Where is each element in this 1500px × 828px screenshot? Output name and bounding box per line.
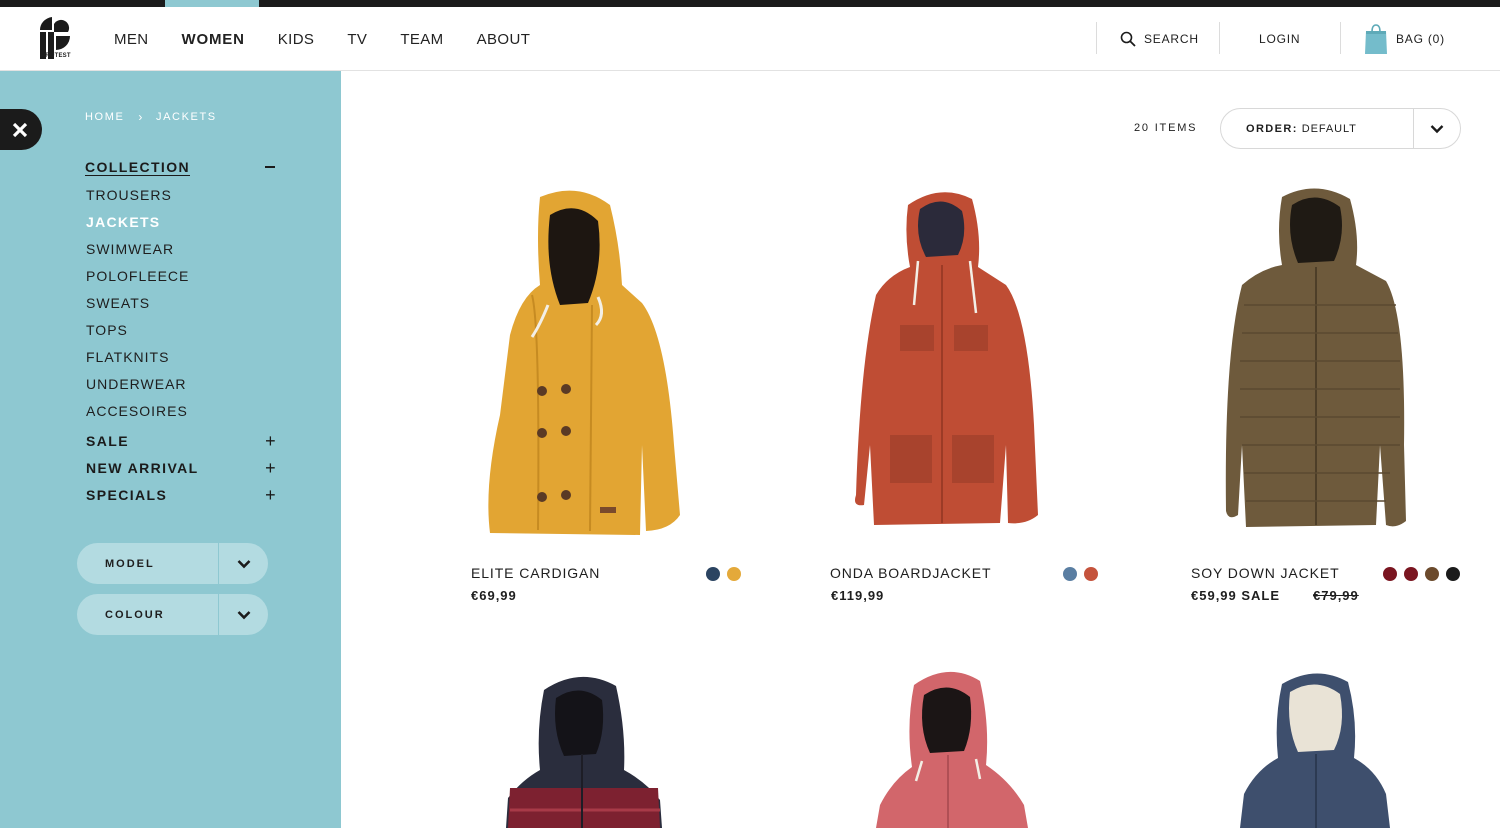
nav-kids[interactable]: KIDS — [278, 31, 315, 48]
expand-icon: + — [265, 485, 277, 505]
bag-label: BAG (0) — [1396, 32, 1445, 46]
collection-toggle[interactable]: COLLECTION — [85, 159, 277, 175]
bag-button[interactable]: BAG (0) — [1364, 7, 1445, 71]
product-image[interactable] — [1190, 670, 1430, 828]
filter-label: MODEL — [105, 557, 155, 570]
chevron-down-icon — [219, 559, 268, 569]
collection-item-accesoires[interactable]: ACCESOIRES — [86, 402, 189, 429]
product-card[interactable] — [1190, 670, 1465, 828]
sale-price: €59,99 SALE — [1191, 588, 1281, 603]
order-value: DEFAULT — [1301, 122, 1357, 135]
shopping-bag-icon — [1365, 24, 1387, 54]
original-price: €79,99 — [1313, 588, 1359, 603]
collection-item-tops[interactable]: TOPS — [86, 321, 189, 348]
model-filter-dropdown[interactable]: MODEL — [77, 543, 268, 584]
color-swatch[interactable] — [727, 567, 741, 581]
breadcrumb-separator: › — [138, 110, 145, 124]
product-image[interactable] — [470, 185, 710, 545]
color-swatch[interactable] — [1446, 567, 1460, 581]
collection-item-sweats[interactable]: SWEATS — [86, 294, 189, 321]
color-swatch[interactable] — [1404, 567, 1418, 581]
breadcrumb-current: JACKETS — [156, 111, 217, 123]
filter-sidebar: HOME › JACKETS COLLECTION TROUSERS JACKE… — [0, 71, 341, 828]
category-specials[interactable]: SPECIALS + — [86, 485, 277, 505]
color-swatch[interactable] — [1383, 567, 1397, 581]
collection-item-jackets[interactable]: JACKETS — [86, 213, 189, 240]
main-nav: MEN WOMEN KIDS TV TEAM ABOUT — [114, 7, 563, 71]
header-divider — [1219, 22, 1220, 54]
filter-label: COLOUR — [105, 608, 165, 621]
breadcrumb-home[interactable]: HOME — [85, 111, 124, 123]
colour-filter-dropdown[interactable]: COLOUR — [77, 594, 268, 635]
category-label: SALE — [86, 433, 129, 449]
items-count: 20 ITEMS — [1134, 122, 1198, 134]
breadcrumb: HOME › JACKETS — [85, 110, 217, 124]
header-divider — [1340, 22, 1341, 54]
order-prefix: ORDER: — [1246, 122, 1298, 135]
search-icon — [1120, 31, 1136, 47]
product-card[interactable] — [470, 670, 745, 828]
color-swatch[interactable] — [1425, 567, 1439, 581]
category-label: SPECIALS — [86, 487, 168, 503]
collection-item-swimwear[interactable]: SWIMWEAR — [86, 240, 189, 267]
search-label: SEARCH — [1144, 32, 1199, 46]
site-header: PROTEST MEN WOMEN KIDS TV TEAM ABOUT SEA… — [0, 7, 1500, 71]
nav-team[interactable]: TEAM — [400, 31, 443, 48]
expand-icon: + — [265, 458, 277, 478]
product-name[interactable]: SOY DOWN JACKET — [1191, 565, 1340, 581]
chevron-down-icon — [1414, 124, 1460, 134]
header-divider — [1096, 22, 1097, 54]
color-swatch[interactable] — [1063, 567, 1077, 581]
collection-item-underwear[interactable]: UNDERWEAR — [86, 375, 189, 402]
product-image[interactable] — [830, 665, 1070, 828]
brand-wordmark: PROTEST — [41, 53, 71, 59]
chevron-down-icon — [219, 610, 268, 620]
collection-label: COLLECTION — [85, 159, 190, 175]
nav-about[interactable]: ABOUT — [477, 31, 531, 48]
order-label: ORDER: DEFAULT — [1221, 123, 1413, 135]
color-swatches — [1383, 567, 1460, 581]
product-price: €69,99 — [471, 588, 517, 603]
color-swatches — [706, 567, 741, 581]
collection-item-trousers[interactable]: TROUSERS — [86, 186, 189, 213]
product-card[interactable]: SOY DOWN JACKET €59,99 SALE €79,99 — [1190, 185, 1465, 610]
login-button[interactable]: LOGIN — [1259, 7, 1300, 71]
top-strip — [0, 0, 1500, 7]
collapse-icon — [265, 166, 275, 168]
category-label: NEW ARRIVAL — [86, 460, 199, 476]
product-price: €119,99 — [831, 588, 885, 603]
collection-item-polofleece[interactable]: POLOFLEECE — [86, 267, 189, 294]
color-swatches — [1063, 567, 1098, 581]
order-dropdown[interactable]: ORDER: DEFAULT — [1220, 108, 1461, 149]
color-swatch[interactable] — [1084, 567, 1098, 581]
nav-men[interactable]: MEN — [114, 31, 149, 48]
product-name[interactable]: ELITE CARDIGAN — [471, 565, 600, 581]
collection-list: TROUSERS JACKETS SWIMWEAR POLOFLEECE SWE… — [86, 186, 189, 429]
product-image[interactable] — [470, 670, 710, 828]
nav-tv[interactable]: TV — [347, 31, 367, 48]
close-sidebar-button[interactable] — [0, 109, 42, 150]
collection-item-flatknits[interactable]: FLATKNITS — [86, 348, 189, 375]
category-new-arrival[interactable]: NEW ARRIVAL + — [86, 458, 277, 478]
product-card[interactable]: ONDA BOARDJACKET €119,99 — [830, 185, 1105, 610]
color-swatch[interactable] — [706, 567, 720, 581]
product-name[interactable]: ONDA BOARDJACKET — [830, 565, 991, 581]
product-image[interactable] — [830, 185, 1070, 545]
nav-women[interactable]: WOMEN — [182, 31, 245, 48]
category-sale[interactable]: SALE + — [86, 431, 277, 451]
product-card[interactable] — [830, 665, 1105, 828]
search-button[interactable]: SEARCH — [1120, 7, 1199, 71]
close-icon — [12, 122, 28, 137]
expand-icon: + — [265, 431, 277, 451]
product-card[interactable]: ELITE CARDIGAN €69,99 — [470, 185, 745, 610]
active-section-indicator — [165, 0, 259, 7]
product-image[interactable] — [1190, 185, 1430, 545]
